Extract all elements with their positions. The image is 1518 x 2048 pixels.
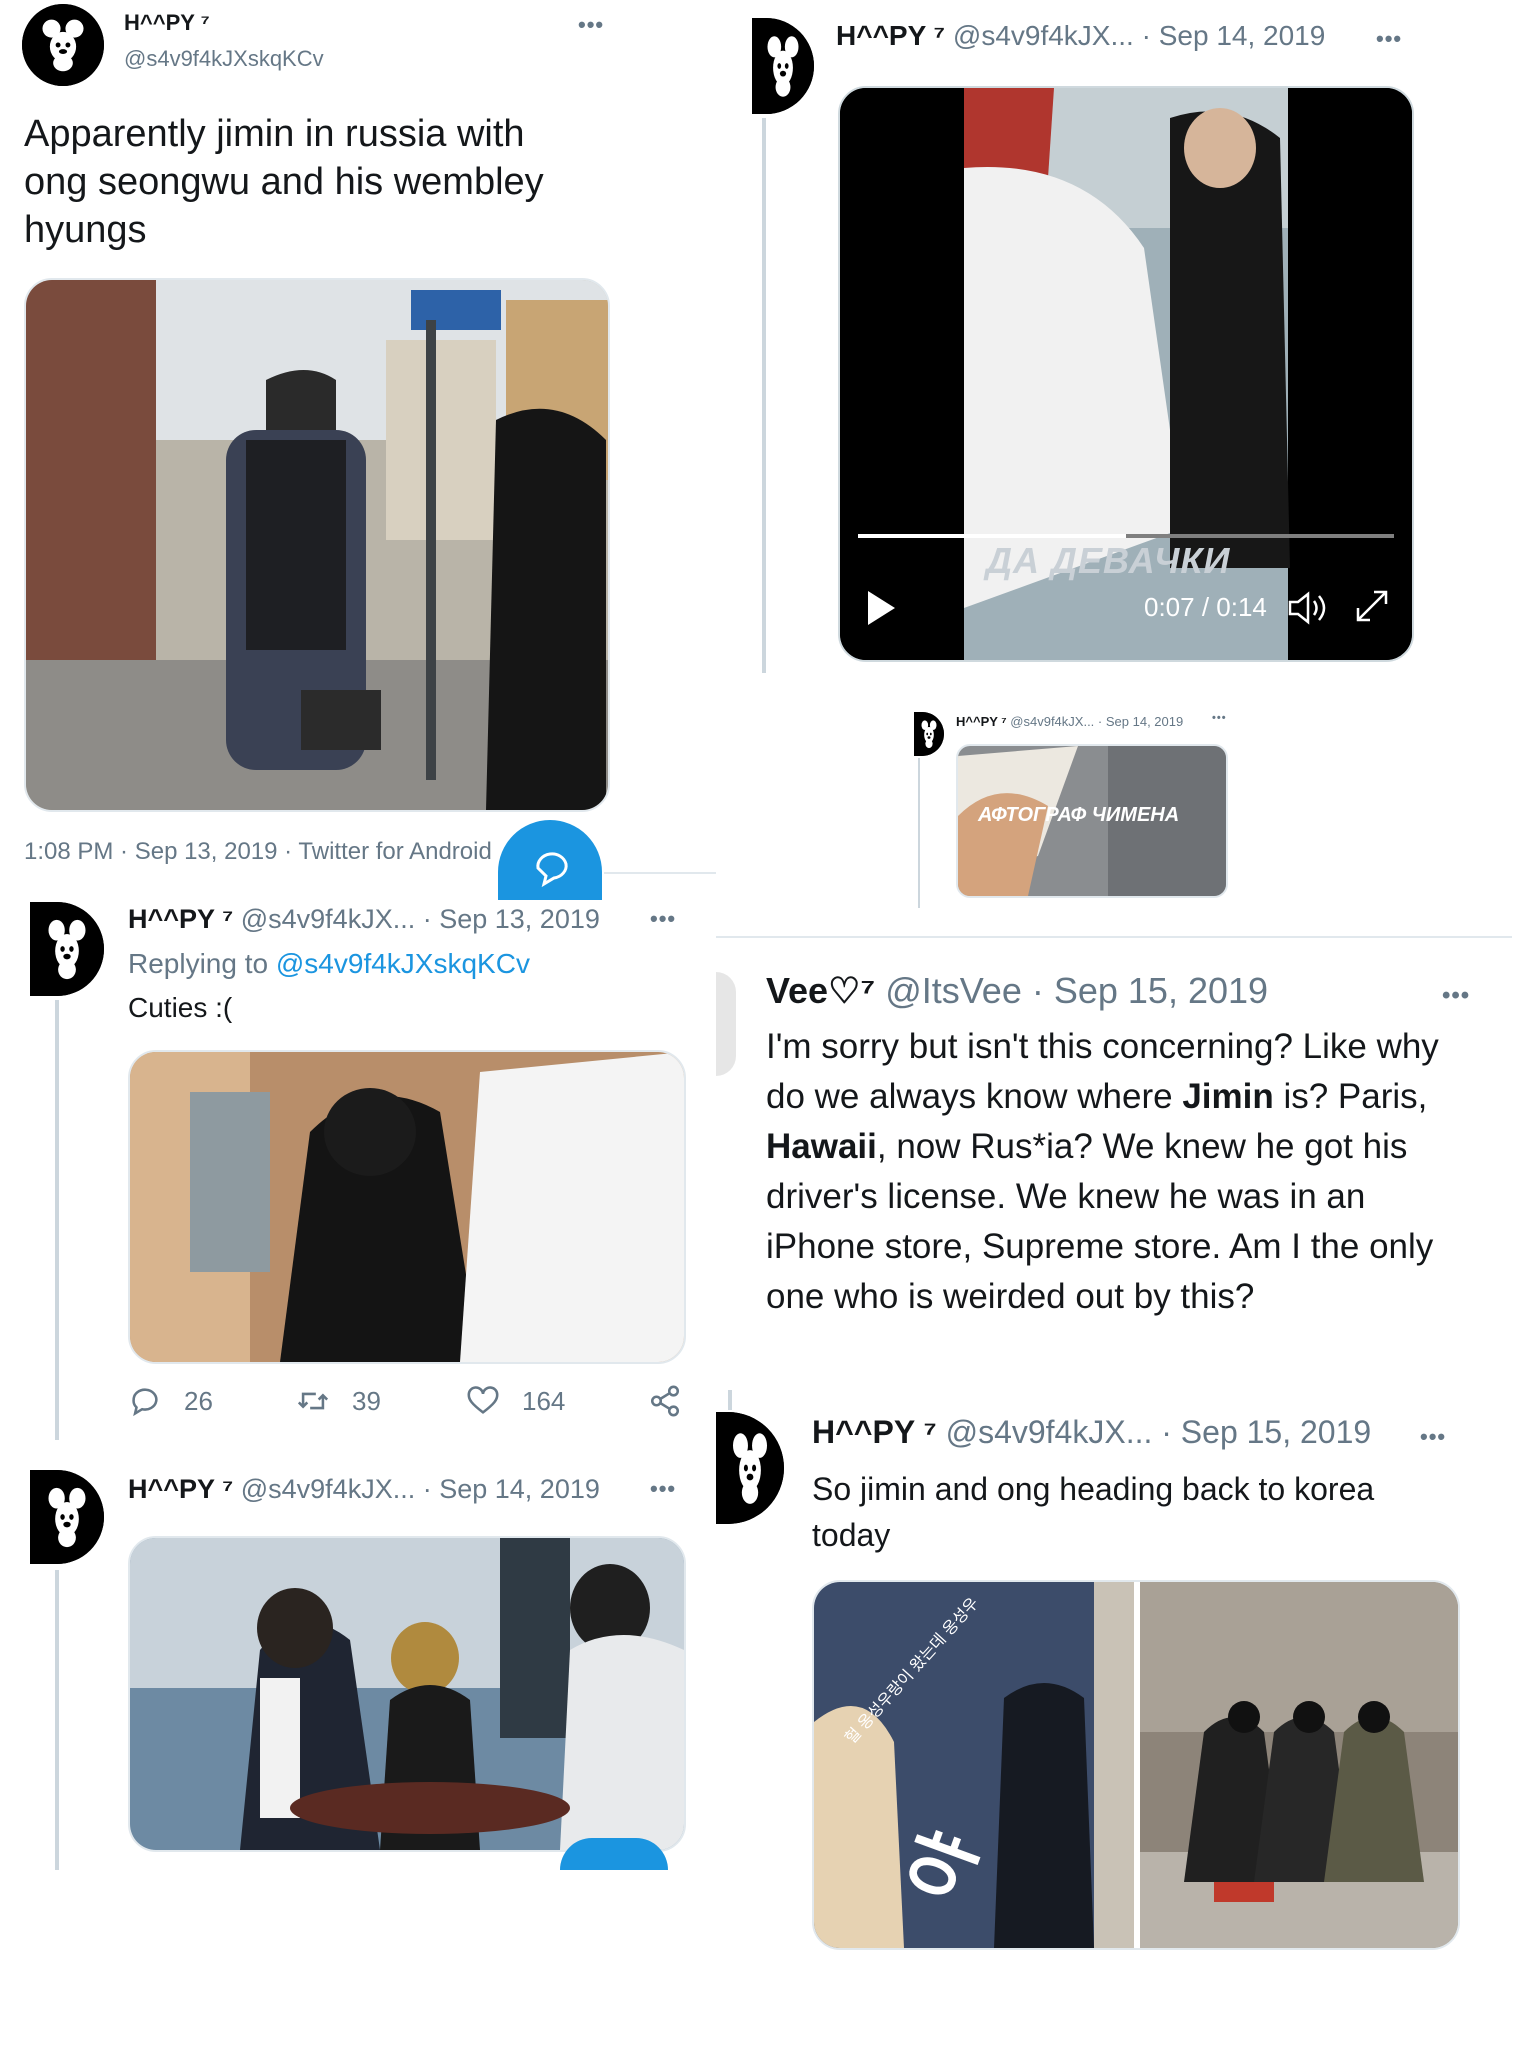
tweet-photo-closeup[interactable] bbox=[128, 1050, 686, 1364]
tweet-text-line: ong seongwu and his wembley bbox=[24, 161, 544, 203]
more-options-icon[interactable]: ••• bbox=[650, 1476, 676, 1502]
fullscreen-icon[interactable] bbox=[1354, 588, 1390, 624]
tweet-text-line: today bbox=[812, 1517, 891, 1553]
share-icon[interactable] bbox=[648, 1384, 682, 1418]
share-action[interactable] bbox=[648, 1384, 682, 1418]
display-name[interactable]: Vee♡⁷ bbox=[766, 970, 875, 1011]
display-name[interactable]: H^^PY ⁷ bbox=[956, 714, 1007, 729]
handle[interactable]: @s4v9f4kJX... bbox=[241, 1474, 415, 1504]
tweet-photo-street[interactable] bbox=[24, 278, 610, 812]
handle[interactable]: @s4v9f4kJX... bbox=[946, 1414, 1153, 1450]
handle[interactable]: @s4v9f4kJX... bbox=[241, 904, 415, 934]
video-player[interactable]: ДА ДЕВАЧКИ 0:07 / 0:14 bbox=[838, 86, 1414, 662]
mickey-avatar-icon[interactable] bbox=[30, 902, 104, 996]
play-icon[interactable] bbox=[864, 588, 898, 628]
display-name[interactable]: H^^PY ⁷ bbox=[128, 1474, 233, 1504]
display-name[interactable]: H^^PY ⁷ bbox=[836, 20, 945, 51]
text-span: do we always know where bbox=[766, 1077, 1183, 1116]
compose-fab-icon[interactable] bbox=[498, 820, 602, 900]
tweet-header: H^^PY ⁷ @s4v9f4kJX... · Sep 14, 2019 bbox=[128, 1474, 600, 1505]
video-progress-fill bbox=[858, 534, 1126, 538]
tweet-text-line: Apparently jimin in russia with bbox=[24, 113, 525, 155]
retweet-action[interactable]: 39 bbox=[296, 1384, 381, 1418]
video-progress-track[interactable] bbox=[858, 534, 1394, 538]
photo-caption: АФТОГРАФ ЧИМЕНА bbox=[978, 804, 1180, 826]
text-span: , now Rus*ia? We knew he got his bbox=[876, 1127, 1408, 1166]
tweet-photo-cafe[interactable] bbox=[128, 1536, 686, 1852]
thread-line bbox=[918, 758, 920, 908]
more-options-icon[interactable]: ••• bbox=[578, 12, 604, 38]
mickey-avatar-icon[interactable] bbox=[752, 18, 814, 114]
retweet-icon[interactable] bbox=[296, 1384, 330, 1418]
more-options-icon[interactable]: ••• bbox=[1420, 1424, 1446, 1450]
more-options-icon[interactable]: ••• bbox=[650, 906, 676, 932]
reply-action[interactable]: 26 bbox=[128, 1384, 213, 1418]
tweet-header: H^^PY ⁷ @s4v9f4kJX... · Sep 15, 2019 bbox=[812, 1414, 1371, 1451]
replying-label: Replying to bbox=[128, 948, 269, 979]
more-options-icon[interactable]: ••• bbox=[1376, 26, 1402, 52]
tweet-photo-grid[interactable]: 헐 옹성우랑이 왔는데 옹성우 야 bbox=[812, 1580, 1460, 1950]
tweet-date[interactable]: · Sep 15, 2019 bbox=[1161, 1414, 1371, 1450]
tweet-date[interactable]: · Sep 14, 2019 bbox=[1098, 714, 1183, 729]
display-name[interactable]: H^^PY ⁷ bbox=[128, 904, 233, 934]
handle[interactable]: @s4v9f4kJX... bbox=[953, 20, 1134, 51]
like-action[interactable]: 164 bbox=[466, 1384, 565, 1418]
text-span: is? Paris, bbox=[1273, 1077, 1428, 1116]
tweet-text-line: do we always know where Jimin is? Paris, bbox=[766, 1072, 1439, 1122]
tweet-header: H^^PY ⁷ @s4v9f4kJX... · Sep 13, 2019 bbox=[128, 904, 600, 935]
handle[interactable]: @ItsVee bbox=[885, 970, 1022, 1011]
divider bbox=[604, 872, 716, 874]
replying-handle-link[interactable]: @s4v9f4kJXskqKCv bbox=[276, 948, 530, 979]
more-options-icon[interactable]: ••• bbox=[1212, 712, 1227, 724]
tweet-text: I'm sorry but isn't this concerning? Lik… bbox=[766, 1022, 1439, 1322]
thread-line bbox=[762, 118, 766, 673]
tweet-date[interactable]: · Sep 14, 2019 bbox=[1142, 20, 1326, 51]
tweet-header: H^^PY ⁷ @s4v9f4kJX... · Sep 14, 2019 bbox=[956, 714, 1183, 729]
tweet-header: H^^PY ⁷ @s4v9f4kJX... · Sep 14, 2019 bbox=[836, 20, 1325, 52]
tweet-text-line: iPhone store, Supreme store. Am I the on… bbox=[766, 1227, 1434, 1266]
tweet-meta: 1:08 PM · Sep 13, 2019 · Twitter for And… bbox=[24, 838, 492, 865]
thread-line bbox=[728, 1390, 732, 1410]
handle[interactable]: @s4v9f4kJX... bbox=[1010, 714, 1094, 729]
tweet-text: Apparently jimin in russia with ong seon… bbox=[24, 110, 544, 254]
tweet-text: So jimin and ong heading back to korea t… bbox=[812, 1466, 1374, 1558]
display-name[interactable]: H^^PY ⁷ bbox=[812, 1414, 937, 1450]
thread-line bbox=[55, 1000, 59, 1440]
like-icon[interactable] bbox=[466, 1384, 500, 1418]
avatar[interactable] bbox=[716, 972, 736, 1076]
tweet-text-line: I'm sorry but isn't this concerning? Lik… bbox=[766, 1027, 1439, 1066]
video-caption: ДА ДЕВАЧКИ bbox=[986, 540, 1231, 581]
divider bbox=[716, 936, 1512, 938]
tweet-text-line: driver's license. We knew he was in an bbox=[766, 1177, 1366, 1216]
tweet-text-line: one who is weirded out by this? bbox=[766, 1277, 1255, 1316]
tweet-text-line: So jimin and ong heading back to korea bbox=[812, 1471, 1375, 1507]
volume-icon[interactable] bbox=[1286, 588, 1328, 628]
reply-count: 26 bbox=[184, 1385, 213, 1416]
tweet-photo-autograph[interactable]: АФТОГРАФ ЧИМЕНА bbox=[956, 744, 1228, 898]
reply-icon[interactable] bbox=[128, 1384, 162, 1418]
more-options-icon[interactable]: ••• bbox=[1442, 982, 1470, 1010]
tweet-text-line: Hawaii, now Rus*ia? We knew he got his bbox=[766, 1122, 1439, 1172]
mickey-avatar-icon[interactable] bbox=[30, 1470, 104, 1564]
bold-keyword: Jimin bbox=[1182, 1077, 1274, 1116]
display-name[interactable]: H^^PY ⁷ bbox=[124, 10, 210, 36]
handle[interactable]: @s4v9f4kJXskqKCv bbox=[124, 46, 324, 72]
tweet-date[interactable]: · Sep 13, 2019 bbox=[423, 904, 600, 934]
mickey-avatar-icon[interactable] bbox=[716, 1412, 784, 1524]
tweet-date[interactable]: · Sep 15, 2019 bbox=[1032, 970, 1268, 1011]
tweet-text-line: hyungs bbox=[24, 209, 147, 251]
tweet-date[interactable]: · Sep 14, 2019 bbox=[423, 1474, 600, 1504]
thread-line bbox=[55, 1570, 59, 1870]
mickey-avatar-icon[interactable] bbox=[22, 4, 104, 86]
retweet-count: 39 bbox=[352, 1385, 381, 1416]
replying-to: Replying to @s4v9f4kJXskqKCv bbox=[128, 948, 530, 980]
like-count: 164 bbox=[522, 1385, 566, 1416]
compose-fab-icon[interactable] bbox=[560, 1838, 668, 1870]
tweet-header: Vee♡⁷ @ItsVee · Sep 15, 2019 bbox=[766, 970, 1268, 1012]
mickey-avatar-icon[interactable] bbox=[914, 712, 944, 756]
bold-keyword: Hawaii bbox=[766, 1127, 877, 1166]
video-time: 0:07 / 0:14 bbox=[1144, 592, 1267, 622]
tweet-text: Cuties :( bbox=[128, 992, 233, 1023]
